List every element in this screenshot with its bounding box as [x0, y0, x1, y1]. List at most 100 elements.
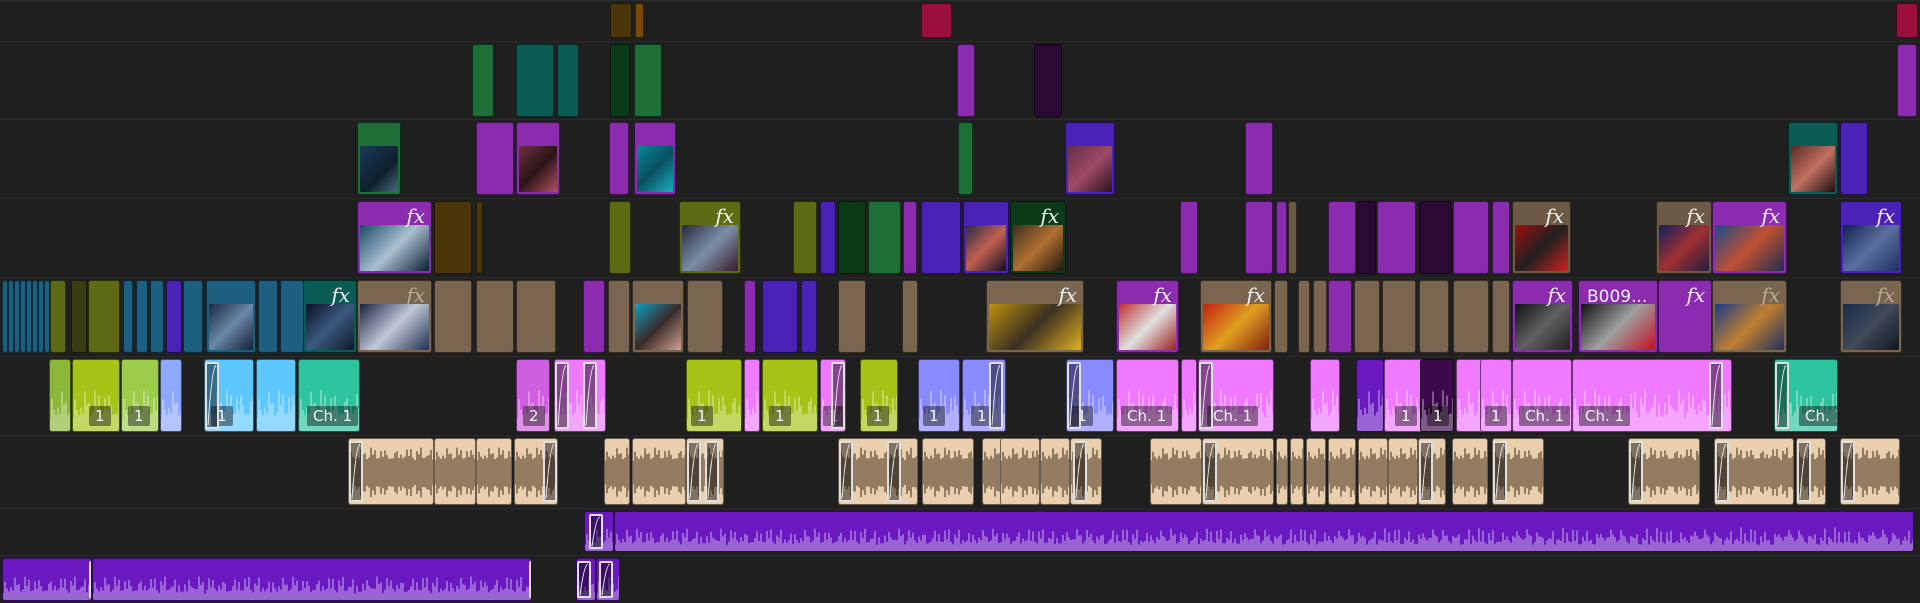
video-clip[interactable]	[1382, 280, 1416, 353]
audio-clip[interactable]: 1	[1480, 359, 1512, 432]
transition-handle[interactable]	[599, 561, 613, 598]
audio-clip[interactable]	[1628, 438, 1700, 505]
audio-clip[interactable]: 1	[762, 359, 818, 432]
audio-clip[interactable]: 1	[72, 359, 120, 432]
video-clip[interactable]	[610, 3, 632, 38]
audio-clip[interactable]	[686, 438, 724, 505]
video-clip[interactable]	[476, 201, 483, 274]
audio-clip[interactable]	[92, 558, 532, 601]
video-clip[interactable]: fx	[357, 280, 432, 353]
video-clip[interactable]	[868, 201, 901, 274]
audio-clip[interactable]	[1202, 438, 1274, 505]
video-clip[interactable]	[1065, 122, 1115, 195]
audio-clip[interactable]	[554, 359, 606, 432]
audio-clip[interactable]	[160, 359, 182, 432]
video-clip[interactable]	[583, 280, 605, 353]
audio-clip[interactable]	[838, 438, 918, 505]
transition-handle[interactable]	[1709, 362, 1723, 429]
video-clip[interactable]	[1453, 201, 1489, 274]
video-clip[interactable]	[1897, 44, 1917, 117]
transition-handle[interactable]	[1199, 362, 1213, 429]
audio-clip[interactable]	[1181, 359, 1197, 432]
video-clip[interactable]	[1328, 280, 1352, 353]
transition-handle[interactable]	[839, 441, 853, 502]
audio-clip[interactable]: Ch. 1	[298, 359, 360, 432]
transition-handle[interactable]	[1203, 441, 1217, 502]
video-clip[interactable]	[632, 280, 684, 353]
video-clip[interactable]	[634, 122, 676, 195]
audio-clip[interactable]	[604, 438, 630, 505]
video-clip[interactable]	[635, 3, 644, 38]
audio-clip[interactable]	[584, 511, 614, 552]
video-clip[interactable]: fx	[1656, 201, 1712, 274]
audio-clip[interactable]: Ch. 1	[1116, 359, 1179, 432]
video-clip[interactable]: fx	[1658, 280, 1712, 353]
video-clip[interactable]	[516, 44, 554, 117]
audio-clip[interactable]: 1	[820, 359, 846, 432]
video-clip[interactable]	[123, 280, 133, 353]
video-clip[interactable]	[71, 280, 87, 353]
transition-handle[interactable]	[555, 362, 569, 429]
audio-clip[interactable]	[1290, 438, 1304, 505]
video-clip[interactable]: fx	[1200, 280, 1272, 353]
video-clip[interactable]	[1896, 3, 1918, 38]
video-clip[interactable]	[434, 280, 472, 353]
video-clip[interactable]	[472, 44, 494, 117]
audio-clip[interactable]	[1328, 438, 1356, 505]
transition-handle[interactable]	[1841, 441, 1855, 502]
video-clip[interactable]: fx	[1840, 280, 1902, 353]
transition-handle[interactable]	[529, 561, 531, 598]
video-clip[interactable]: fx	[1116, 280, 1179, 353]
video-clip[interactable]	[476, 122, 514, 195]
video-clip[interactable]	[150, 280, 164, 353]
video-clip[interactable]	[1492, 280, 1510, 353]
audio-clip[interactable]	[1840, 438, 1900, 505]
audio-clip[interactable]	[476, 438, 512, 505]
video-clip[interactable]	[610, 44, 630, 117]
audio-clip[interactable]	[1306, 438, 1326, 505]
transition-handle[interactable]	[589, 514, 603, 549]
video-clip[interactable]	[1328, 201, 1356, 274]
transition-handle[interactable]	[989, 362, 1003, 429]
audio-clip[interactable]	[1000, 438, 1040, 505]
transition-handle[interactable]	[577, 561, 591, 598]
audio-clip[interactable]: 1	[918, 359, 960, 432]
video-clip[interactable]: fx	[679, 201, 741, 274]
video-clip[interactable]: fx	[1840, 201, 1902, 274]
video-clip[interactable]	[434, 201, 472, 274]
video-clip[interactable]	[1377, 201, 1416, 274]
transition-handle[interactable]	[687, 441, 701, 502]
audio-clip[interactable]	[576, 558, 596, 601]
video-clip[interactable]	[921, 3, 952, 38]
audio-clip[interactable]: 2	[516, 359, 550, 432]
transition-handle[interactable]	[705, 441, 719, 502]
transition-handle[interactable]	[205, 362, 219, 429]
video-clip[interactable]	[838, 280, 866, 353]
audio-clip[interactable]: 1	[1420, 359, 1454, 432]
audio-clip[interactable]	[1796, 438, 1826, 505]
video-clip[interactable]: fx	[1010, 201, 1066, 274]
video-clip[interactable]	[88, 280, 120, 353]
audio-clip[interactable]	[596, 558, 620, 601]
audio-clip[interactable]: 1	[686, 359, 742, 432]
audio-clip[interactable]	[1388, 438, 1418, 505]
audio-clip[interactable]	[1714, 438, 1794, 505]
video-clip[interactable]	[762, 280, 798, 353]
video-clip[interactable]	[1313, 280, 1327, 353]
audio-clip[interactable]	[434, 438, 476, 505]
video-clip[interactable]	[166, 280, 182, 353]
video-clip[interactable]	[608, 280, 630, 353]
audio-clip[interactable]	[614, 511, 1914, 552]
transition-handle[interactable]	[1797, 441, 1811, 502]
audio-clip[interactable]	[49, 359, 71, 432]
audio-clip[interactable]: Ch. 1	[1572, 359, 1732, 432]
video-clip[interactable]	[609, 122, 629, 195]
video-clip[interactable]: fx	[986, 280, 1084, 353]
video-clip[interactable]	[1354, 280, 1380, 353]
video-clip[interactable]	[903, 201, 917, 274]
video-clip[interactable]	[1492, 201, 1510, 274]
audio-clip[interactable]	[922, 438, 974, 505]
audio-clip[interactable]	[348, 438, 434, 505]
video-clip[interactable]	[801, 280, 817, 353]
audio-clip[interactable]: Ch. 1	[1774, 359, 1838, 432]
